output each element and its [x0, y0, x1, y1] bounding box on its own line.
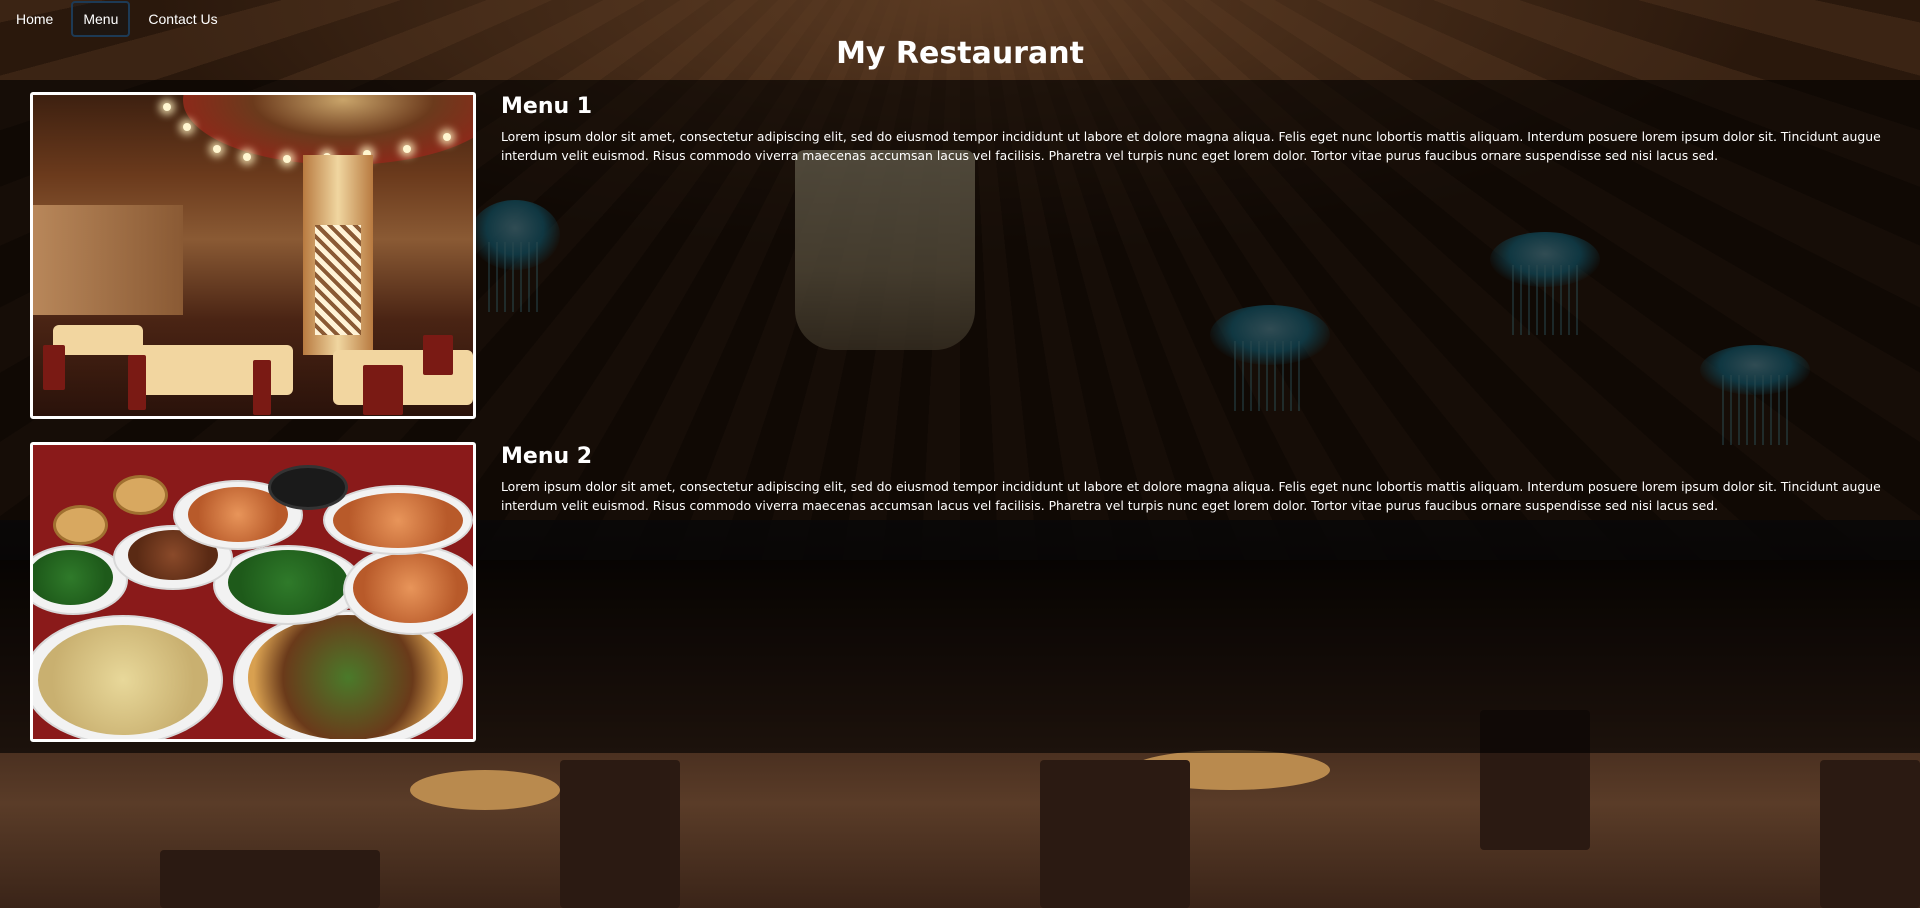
nav-menu-link[interactable]: Menu — [71, 1, 131, 37]
menu-heading: Menu 2 — [501, 444, 593, 469]
top-nav: Home Menu Contact Us — [0, 0, 1920, 38]
dining-room-photo — [30, 92, 476, 419]
food-dishes-photo — [30, 442, 476, 742]
menu-heading: Menu 1 — [501, 94, 593, 119]
chair-decoration — [160, 850, 380, 908]
page-title: My Restaurant — [836, 36, 1084, 71]
menu-description: Lorem ipsum dolor sit amet, consectetur … — [501, 479, 1881, 513]
menu-text: Menu 1 Lorem ipsum dolor sit amet, conse… — [501, 92, 1901, 419]
menu-item: Menu 2 Lorem ipsum dolor sit amet, conse… — [30, 442, 1920, 742]
nav-contact-link[interactable]: Contact Us — [136, 1, 229, 37]
chair-decoration — [560, 760, 680, 908]
menu-item: Menu 1 Lorem ipsum dolor sit amet, conse… — [30, 92, 1920, 419]
menu-description: Lorem ipsum dolor sit amet, consectetur … — [501, 129, 1881, 163]
menu-text: Menu 2 Lorem ipsum dolor sit amet, conse… — [501, 442, 1901, 742]
nav-home-link[interactable]: Home — [4, 1, 65, 37]
chair-decoration — [1040, 760, 1190, 908]
table-decoration — [410, 770, 560, 810]
chair-decoration — [1820, 760, 1920, 908]
